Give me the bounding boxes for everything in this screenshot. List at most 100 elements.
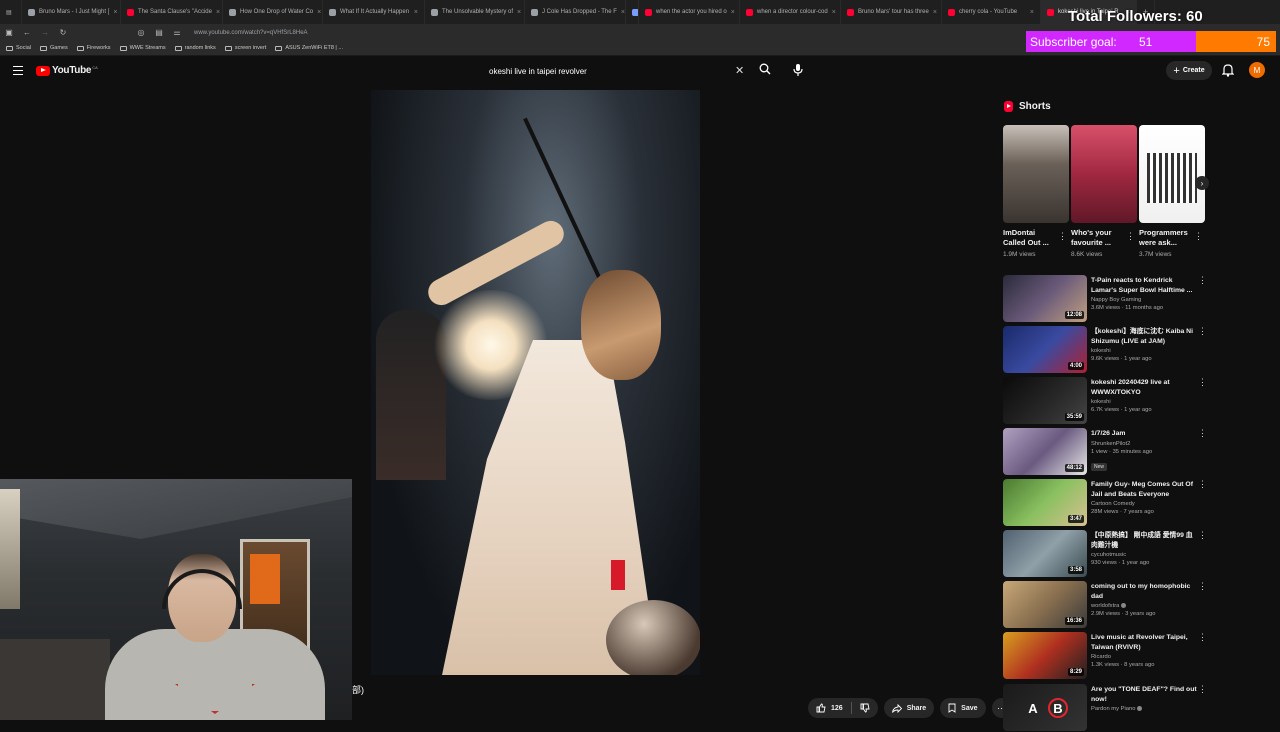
video-player[interactable] (371, 90, 700, 675)
tab-close-icon[interactable]: × (410, 9, 418, 16)
recommended-video[interactable]: 48:12 1/7/26 Jam ShrunkenPilot2 1 view · 35… (1003, 428, 1213, 476)
sidebar-toggle-icon[interactable]: ▣ (0, 28, 18, 37)
browser-tab[interactable]: when a director colour-cod × (740, 0, 841, 24)
browser-tab[interactable] (626, 0, 639, 24)
channel-name[interactable]: cycuhotmusic (1091, 552, 1126, 558)
clear-search-icon[interactable]: ✕ (735, 64, 744, 77)
share-button[interactable]: Share (883, 698, 935, 718)
short-menu-icon[interactable]: ⋮ (1194, 231, 1203, 242)
tab-actions-icon[interactable]: ▤ (0, 0, 22, 24)
recommended-video[interactable]: 16:36 coming out to my homophobic dad worl… (1003, 581, 1213, 629)
channel-name[interactable]: Ricardo (1091, 654, 1111, 660)
microphone-icon[interactable] (793, 63, 803, 77)
bookmark-item[interactable]: ASUS ZenWiFi ET8 | ... (275, 45, 343, 51)
video-menu-icon[interactable]: ⋮ (1198, 581, 1207, 592)
lock-icon[interactable]: ▤ (150, 28, 168, 37)
video-thumbnail[interactable]: 3:47 (1003, 479, 1087, 526)
tab-close-icon[interactable]: × (313, 9, 321, 16)
forward-icon[interactable]: → (36, 28, 54, 37)
short-thumbnail[interactable] (1071, 125, 1137, 223)
reload-icon[interactable]: ↻ (54, 28, 72, 37)
avatar[interactable]: M (1249, 62, 1265, 78)
tab-close-icon[interactable]: × (617, 9, 625, 16)
browser-tab[interactable]: How One Drop of Water Co × (223, 0, 323, 24)
channel-name[interactable]: Pardon my Piano (1091, 706, 1135, 712)
menu-icon[interactable] (13, 66, 23, 77)
video-thumbnail[interactable]: 16:36 (1003, 581, 1087, 628)
notifications-bell-icon[interactable] (1222, 63, 1234, 77)
browser-tab[interactable]: J Cole Has Dropped - The F × (525, 0, 626, 24)
youtube-logo[interactable]: YouTube CA (36, 65, 98, 76)
video-menu-icon[interactable]: ⋮ (1198, 479, 1207, 490)
shield-icon[interactable]: ◎ (132, 28, 150, 37)
tab-close-icon[interactable]: × (513, 9, 521, 16)
video-title[interactable]: coming out to my homophobic dad (1091, 582, 1199, 601)
like-count[interactable]: 126 (831, 705, 843, 712)
channel-name[interactable]: worldofxtra (1091, 603, 1119, 609)
video-title[interactable]: kokeshi 20240429 live at WWWX/TOKYO (1091, 378, 1199, 397)
channel-name[interactable]: ShrunkenPilot2 (1091, 441, 1130, 447)
video-thumbnail[interactable]: 12:08 (1003, 275, 1087, 322)
video-title[interactable]: Family Guy- Meg Comes Out Of Jail and Be… (1091, 480, 1199, 499)
video-menu-icon[interactable]: ⋮ (1198, 377, 1207, 388)
bookmark-item[interactable]: Games (39, 45, 68, 51)
tab-close-icon[interactable]: × (828, 9, 836, 16)
video-menu-icon[interactable]: ⋮ (1198, 530, 1207, 541)
tab-close-icon[interactable]: × (727, 9, 735, 16)
recommended-video[interactable]: 12:08 T-Pain reacts to Kendrick Lamar's S… (1003, 275, 1213, 323)
browser-tab[interactable]: Bruno Mars' tour has three × (841, 0, 942, 24)
tab-close-icon[interactable]: × (109, 9, 117, 16)
short-menu-icon[interactable]: ⋮ (1126, 231, 1135, 242)
recommended-video[interactable]: 3:47 Family Guy- Meg Comes Out Of Jail an… (1003, 479, 1213, 527)
tab-close-icon[interactable]: × (929, 9, 937, 16)
recommended-video[interactable]: 4:00 【kokeshi】海底に沈む Kaiba Ni Shizumu (LIV… (1003, 326, 1213, 374)
bookmark-item[interactable]: screen invert (224, 45, 266, 51)
video-thumbnail[interactable]: 3:58 (1003, 530, 1087, 577)
video-thumbnail[interactable]: 35:59 (1003, 377, 1087, 424)
save-button[interactable]: Save (940, 698, 986, 718)
search-icon[interactable] (759, 63, 771, 75)
browser-tab[interactable]: when the actor you hired o × (639, 0, 740, 24)
video-menu-icon[interactable]: ⋮ (1198, 428, 1207, 439)
thumbs-down-icon[interactable] (860, 703, 870, 713)
short-card[interactable]: Programmers were ask... 3.7M views ⋮ (1139, 125, 1205, 258)
browser-tab[interactable]: Bruno Mars - I Just Might [× (22, 0, 121, 24)
video-thumbnail[interactable]: 8:29 (1003, 632, 1087, 679)
video-title[interactable]: 1/7/26 Jam (1091, 429, 1199, 439)
shorts-next-icon[interactable]: › (1195, 176, 1209, 190)
short-thumbnail[interactable] (1139, 125, 1205, 223)
back-icon[interactable]: ← (18, 28, 36, 37)
thumbs-up-icon[interactable] (816, 703, 826, 713)
recommended-video[interactable]: 35:59 kokeshi 20240429 live at WWWX/TOKYO… (1003, 377, 1213, 425)
video-title[interactable]: 【kokeshi】海底に沈む Kaiba Ni Shizumu (LIVE at… (1091, 327, 1199, 346)
channel-name[interactable]: Cartoon Comedy (1091, 501, 1135, 507)
bookmark-item[interactable]: random links (174, 45, 216, 51)
create-button[interactable]: + Create (1166, 61, 1212, 80)
video-menu-icon[interactable]: ⋮ (1198, 326, 1207, 337)
video-menu-icon[interactable]: ⋮ (1198, 275, 1207, 286)
browser-tab[interactable]: What If It Actually Happen × (323, 0, 425, 24)
recommended-video[interactable]: 8:29 Live music at Revolver Taipei, Taiwa… (1003, 632, 1213, 680)
short-card[interactable]: ImDontai Called Out ... 1.9M views ⋮ (1003, 125, 1069, 258)
browser-tab[interactable]: The Unsolvable Mystery of × (425, 0, 525, 24)
video-title[interactable]: T-Pain reacts to Kendrick Lamar's Super … (1091, 276, 1199, 295)
video-menu-icon[interactable]: ⋮ (1198, 632, 1207, 643)
browser-tab[interactable]: The Santa Clause's "Accide × (121, 0, 223, 24)
tab-close-icon[interactable]: × (212, 9, 220, 16)
search-input[interactable]: okeshi live in taipei revolver ✕ (481, 62, 751, 80)
video-thumbnail[interactable]: 48:12 (1003, 428, 1087, 475)
channel-name[interactable]: kokeshi (1091, 348, 1111, 354)
site-settings-icon[interactable]: ⚌ (168, 28, 186, 37)
url-field[interactable]: www.youtube.com/watch?v=qVHfSrL8HeA (194, 30, 308, 36)
bookmark-item[interactable]: Social (6, 45, 31, 51)
tab-close-icon[interactable]: × (1026, 9, 1034, 16)
short-card[interactable]: Who's your favourite ... 8.6K views ⋮ (1071, 125, 1137, 258)
bookmark-item[interactable]: Fireworks (76, 45, 111, 51)
video-menu-icon[interactable]: ⋮ (1198, 684, 1207, 695)
video-title[interactable]: Live music at Revolver Taipei, Taiwan (R… (1091, 633, 1199, 652)
browser-tab[interactable]: cherry cola - YouTube × (942, 0, 1041, 24)
video-title[interactable]: 【中原熱搞】 剛中成語 愛情99 血肉難汁機 (1091, 531, 1199, 550)
short-menu-icon[interactable]: ⋮ (1058, 231, 1067, 242)
bookmark-item[interactable]: WWE Streams (119, 45, 166, 51)
channel-name[interactable]: kokeshi (1091, 399, 1111, 405)
